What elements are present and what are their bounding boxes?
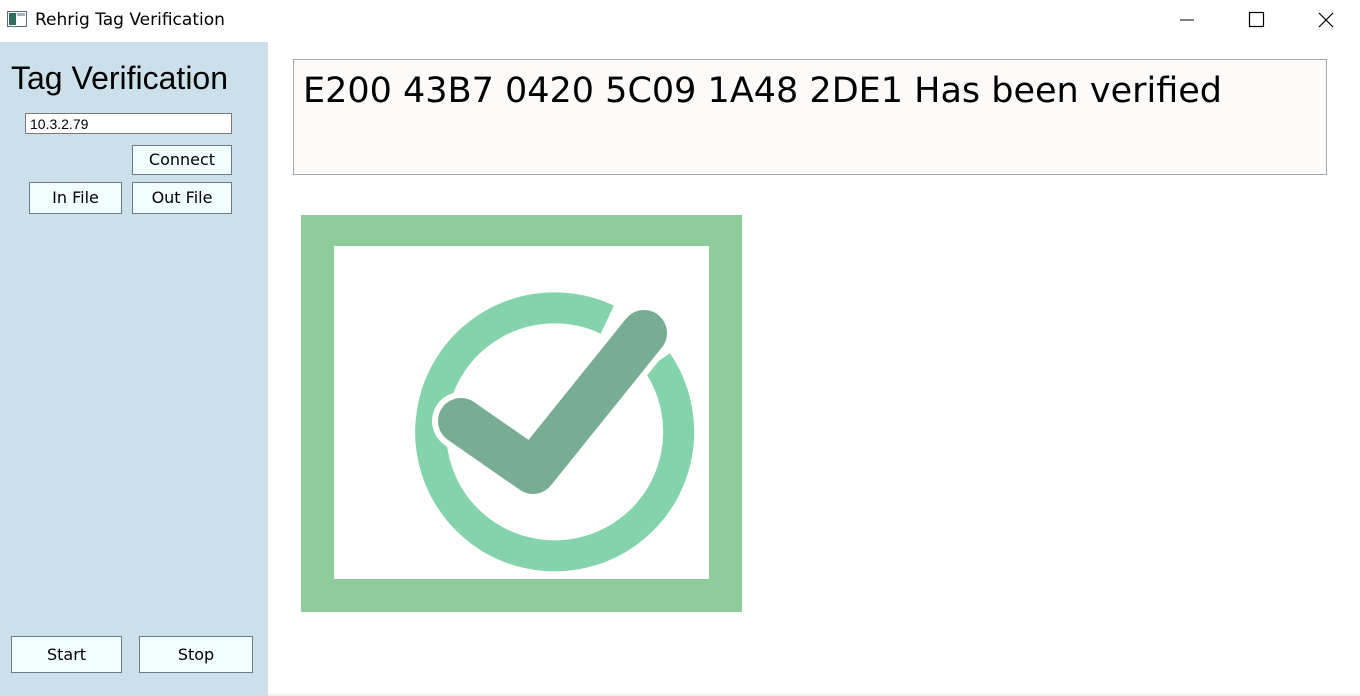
status-message: E200 43B7 0420 5C09 1A48 2DE1 Has been v…	[303, 71, 1223, 111]
title-bar[interactable]: Rehrig Tag Verification	[0, 0, 1360, 42]
verified-checkmark-icon	[301, 213, 742, 612]
sidebar-title: Tag Verification	[11, 60, 229, 96]
in-file-button[interactable]: In File	[29, 182, 122, 214]
close-icon	[1318, 12, 1334, 28]
verified-result-image	[301, 213, 762, 624]
app-window: Rehrig Tag Verification Tag Verification…	[0, 0, 1360, 696]
app-window-icon	[7, 11, 27, 27]
maximize-icon	[1248, 11, 1265, 28]
ip-address-input[interactable]	[25, 113, 232, 134]
sidebar: Tag Verification Connect In File Out Fil…	[0, 42, 268, 696]
close-button[interactable]	[1292, 0, 1360, 40]
out-file-button[interactable]: Out File	[132, 182, 232, 214]
start-button[interactable]: Start	[11, 636, 122, 673]
minimize-icon	[1180, 19, 1194, 21]
window-title: Rehrig Tag Verification	[35, 10, 225, 30]
stop-button[interactable]: Stop	[139, 636, 253, 673]
status-message-box: E200 43B7 0420 5C09 1A48 2DE1 Has been v…	[293, 59, 1327, 175]
connect-button[interactable]: Connect	[132, 145, 232, 175]
minimize-button[interactable]	[1153, 0, 1221, 40]
maximize-button[interactable]	[1222, 0, 1290, 40]
